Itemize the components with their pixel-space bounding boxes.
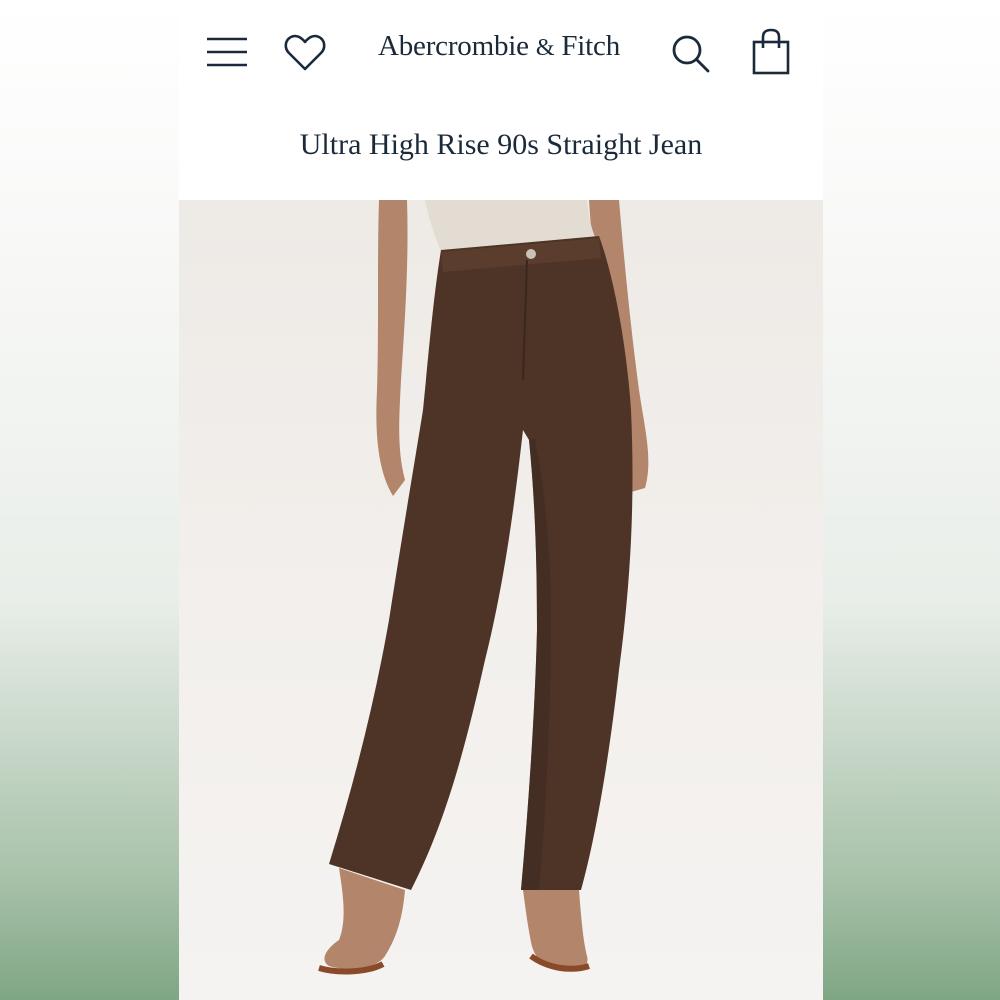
search-icon[interactable] [669, 32, 711, 74]
product-title: Ultra High Rise 90s Straight Jean [299, 128, 703, 161]
product-photo-illustration [318, 200, 649, 975]
background-left [0, 0, 179, 1000]
brand-logo-ampersand: & [535, 35, 555, 61]
menu-icon[interactable] [205, 34, 249, 70]
product-photo[interactable] [179, 200, 823, 1000]
heart-icon[interactable] [283, 33, 327, 73]
brand-logo[interactable]: Abercrombie & Fitch [339, 30, 659, 63]
background-right [823, 0, 1000, 1000]
brand-logo-main: Abercrombie [377, 30, 529, 62]
shopping-bag-icon[interactable] [751, 28, 791, 76]
phone-screen: Abercrombie & Fitch Ultra High Rise 90s … [179, 0, 823, 1000]
site-header: Abercrombie & Fitch Ultra High Rise 90s … [179, 0, 823, 200]
brand-logo-end: Fitch [561, 30, 620, 62]
